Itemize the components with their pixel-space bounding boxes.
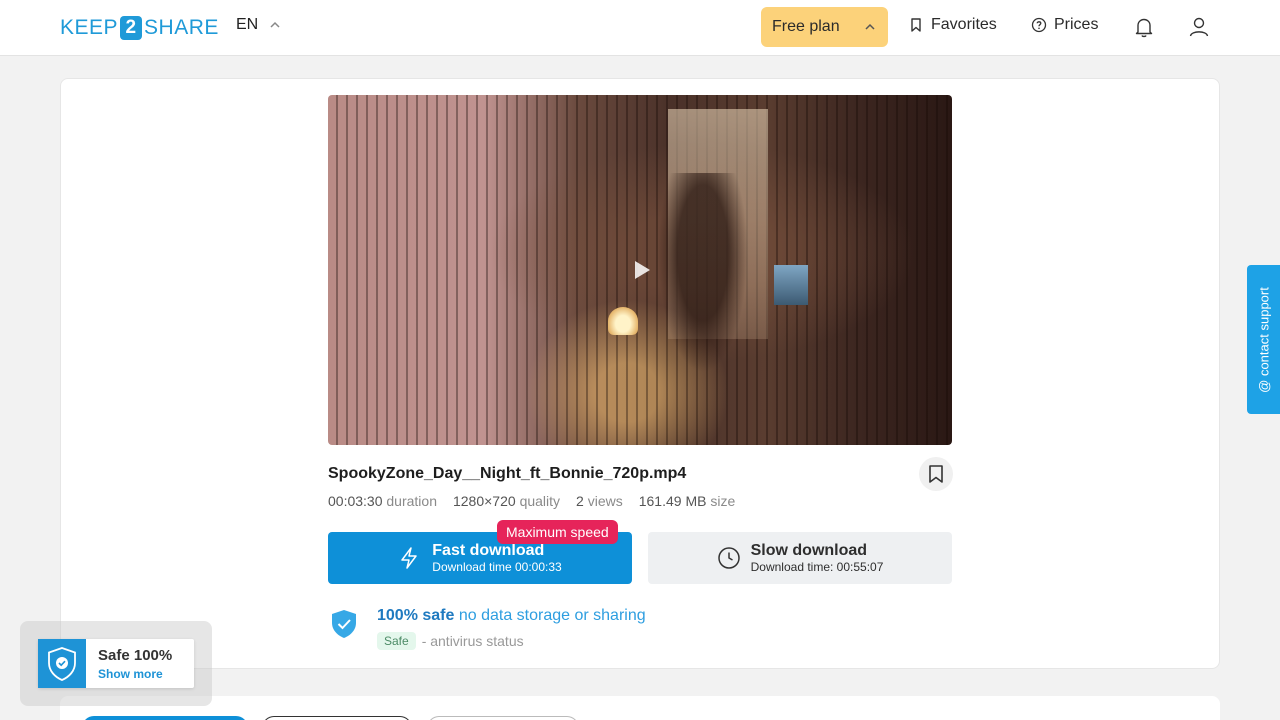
video-frame-lamp — [608, 307, 638, 335]
top-header: KEEP 2 SHARE EN Free plan Favorites Pric… — [0, 0, 1280, 56]
file-meta: 00:03:30 duration 1280×720 quality 2 vie… — [328, 493, 735, 509]
user-icon[interactable] — [1186, 14, 1212, 40]
shield-check-icon — [48, 646, 76, 681]
safe-status-pill: Safe — [377, 632, 416, 650]
lower-tab[interactable] — [262, 716, 412, 720]
language-label: EN — [236, 16, 259, 33]
safety-title-rest: no data storage or sharing — [458, 607, 646, 624]
fast-download-time: Download time 00:00:33 — [432, 559, 562, 574]
antivirus-status: Safe - antivirus status — [377, 632, 524, 650]
prices-label: Prices — [1054, 16, 1099, 33]
logo-text-share: SHARE — [144, 16, 219, 39]
meta-views: 2 views — [576, 493, 623, 509]
views-value: 2 — [576, 493, 584, 509]
fast-download-text: Fast download Download time 00:00:33 — [432, 542, 561, 575]
question-circle-icon — [1031, 17, 1047, 33]
maximum-speed-badge: Maximum speed — [497, 520, 618, 544]
meta-quality: 1280×720 quality — [453, 493, 560, 509]
views-label: views — [587, 493, 623, 509]
play-icon[interactable] — [633, 260, 651, 280]
safe-widget[interactable]: Safe 100% Show more — [38, 639, 194, 688]
safe-widget-icon-box — [38, 639, 86, 688]
duration-label: duration — [386, 493, 437, 509]
video-frame-screen — [774, 265, 808, 305]
fast-download-title: Fast download — [432, 541, 545, 559]
meta-size: 161.49 MB size — [639, 493, 736, 509]
plan-label: Free plan — [772, 18, 840, 35]
logo[interactable]: KEEP 2 SHARE — [60, 15, 219, 41]
meta-duration: 00:03:30 duration — [328, 493, 437, 509]
slow-download-title: Slow download — [750, 541, 868, 559]
size-label: size — [710, 493, 736, 509]
prices-link[interactable]: Prices — [1031, 16, 1098, 34]
slow-download-time: Download time: 00:55:07 — [750, 559, 884, 574]
logo-text-2: 2 — [120, 16, 143, 40]
safe-widget-title: Safe 100% — [98, 647, 173, 664]
safety-title: 100% safe no data storage or sharing — [377, 607, 646, 625]
duration-value: 00:03:30 — [328, 493, 383, 509]
quality-value: 1280×720 — [452, 493, 516, 509]
bell-icon[interactable] — [1131, 14, 1157, 40]
video-frame-figures — [658, 173, 748, 373]
add-to-favorites-button[interactable] — [919, 457, 953, 491]
antivirus-status-text: - antivirus status — [421, 633, 524, 649]
clock-icon — [717, 547, 740, 569]
lower-tab-active[interactable] — [82, 716, 248, 720]
contact-support-button[interactable]: @ contact support — [1247, 265, 1280, 414]
lightning-icon — [401, 547, 418, 569]
free-plan-button[interactable]: Free plan — [761, 7, 888, 47]
favorites-label: Favorites — [931, 16, 997, 33]
file-name: SpookyZone_Day__Night_ft_Bonnie_720p.mp4 — [328, 465, 687, 482]
slow-download-button[interactable]: Slow download Download time: 00:55:07 — [648, 532, 952, 584]
safety-title-bold: 100% safe — [377, 607, 455, 624]
slow-download-text: Slow download Download time: 00:55:07 — [751, 542, 884, 575]
show-more-link[interactable]: Show more — [98, 667, 163, 681]
bookmark-icon — [911, 18, 921, 32]
size-value: 161.49 MB — [638, 493, 707, 509]
video-preview[interactable] — [328, 95, 952, 445]
language-selector[interactable]: EN — [236, 16, 282, 34]
bookmark-icon — [929, 465, 943, 483]
chevron-up-icon — [270, 21, 280, 28]
quality-label: quality — [519, 493, 561, 509]
lower-tab[interactable] — [427, 716, 579, 720]
favorites-link[interactable]: Favorites — [908, 16, 997, 34]
shield-check-icon — [332, 610, 356, 638]
contact-support-label: @ contact support — [1256, 286, 1271, 393]
chevron-up-icon — [865, 23, 875, 30]
logo-text-keep: KEEP — [60, 16, 119, 39]
